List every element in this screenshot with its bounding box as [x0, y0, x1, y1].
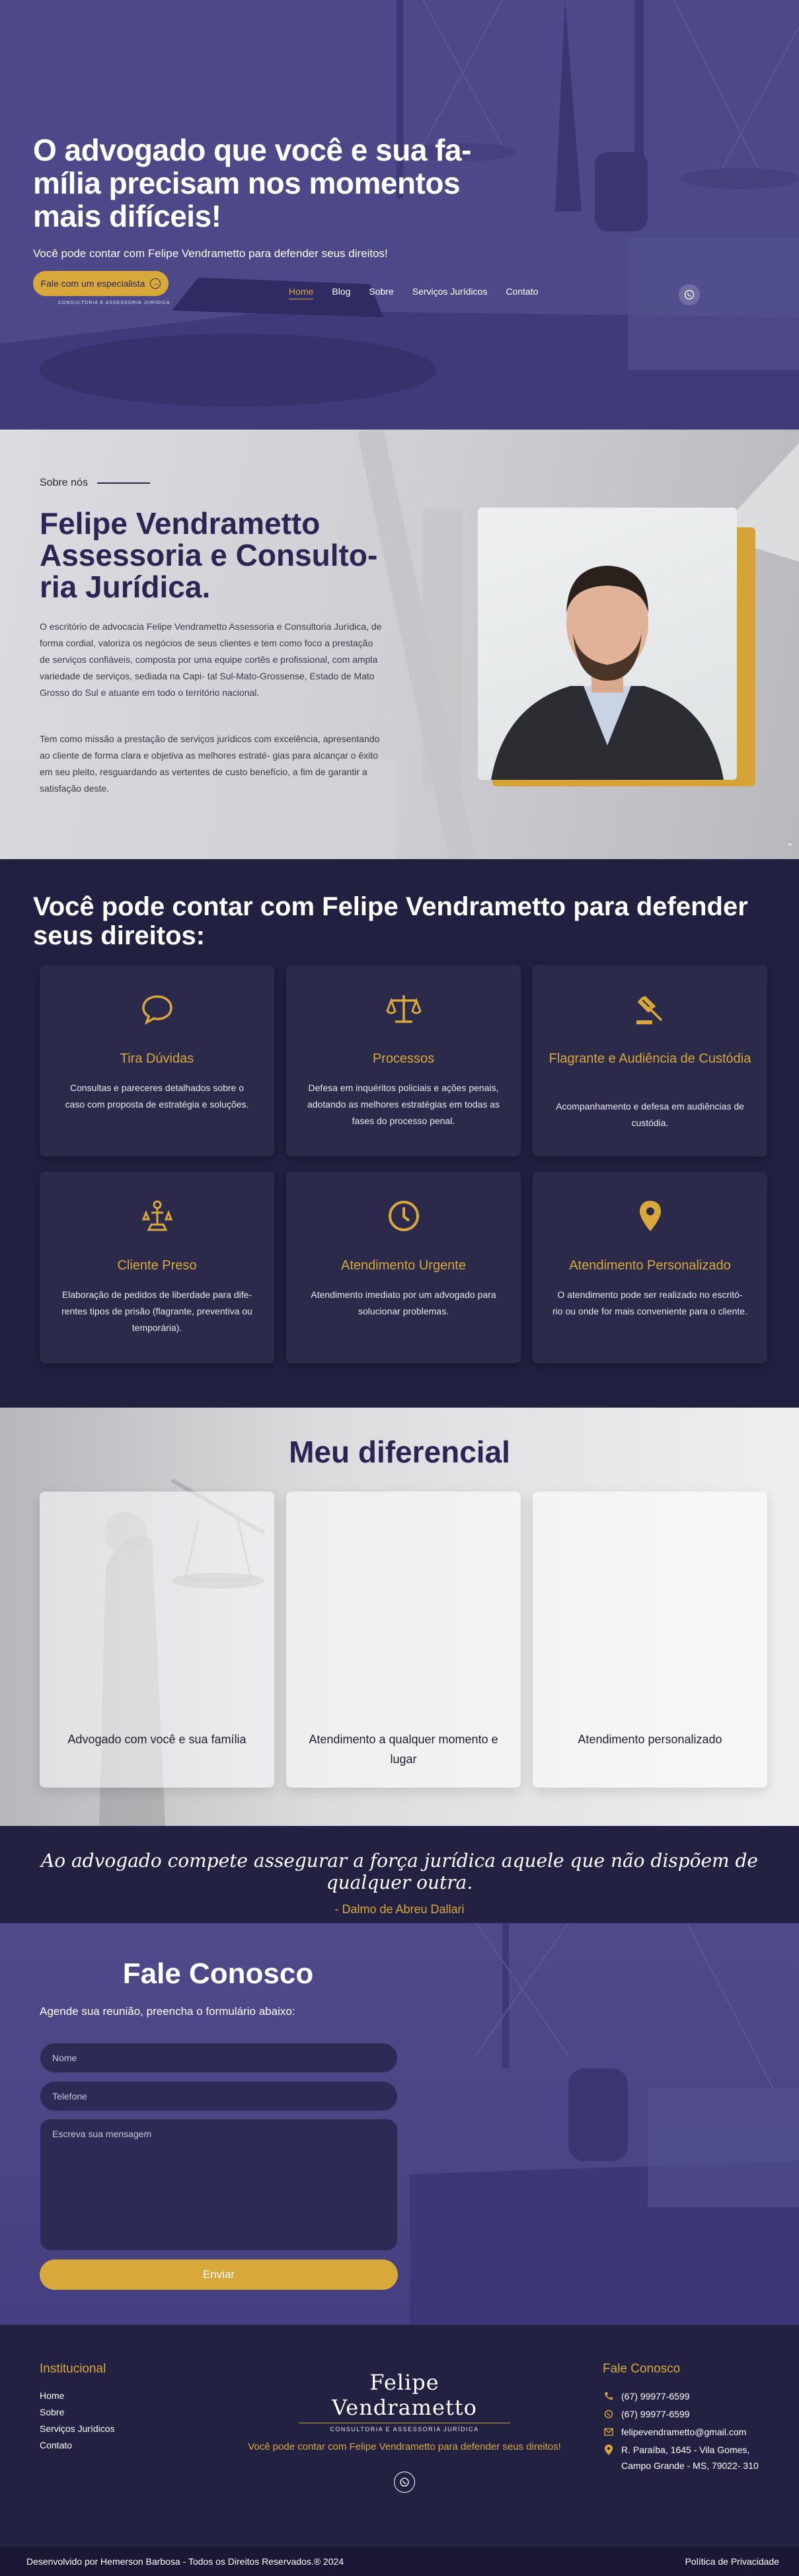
service-title: Cliente Preso	[117, 1258, 197, 1273]
whatsapp-icon	[603, 2406, 615, 2422]
chat-bubble-icon	[141, 995, 172, 1025]
service-title: Atendimento Personalizado	[569, 1258, 731, 1273]
services-section: Você pode contar com Felipe Vendrametto …	[0, 859, 799, 1408]
about-title: Felipe Vendrametto Assessoria e Consulto…	[40, 506, 378, 604]
phone-icon	[603, 2388, 615, 2404]
whatsapp-icon[interactable]	[679, 284, 700, 305]
chevron-up-icon[interactable]: ⌃	[786, 841, 794, 852]
service-title: Atendimento Urgente	[340, 1258, 466, 1273]
hero-section: O advogado que você e sua fa- mília prec…	[0, 0, 799, 430]
nav-contato[interactable]: Contato	[506, 286, 538, 299]
hero-logo-tagline: CONSULTORIA E ASSESSORIA JURÍDICA	[58, 301, 171, 305]
portrait-image	[478, 508, 737, 780]
footer-phone-2[interactable]: (67) 99977-6599	[603, 2406, 690, 2422]
contact-title: Fale Conosco	[122, 1957, 314, 1990]
footer-logo-name: Felipe Vendrametto	[332, 2370, 477, 2420]
footer-address: R. Paraíba, 1645 - Vila Gomes, Campo Gra…	[603, 2442, 761, 2474]
service-title: Flagrante e Audiência de Custódia	[549, 1051, 751, 1066]
service-desc: O atendimento pode ser realizado no escr…	[552, 1289, 747, 1316]
message-textarea[interactable]: Escreva sua mensagem	[40, 2119, 398, 2251]
footer-logo: Felipe Vendrametto CONSULTORIA E ASSESSO…	[299, 2370, 510, 2433]
location-pin-icon	[603, 2442, 615, 2458]
location-pin-icon	[639, 1201, 661, 1231]
differential-card-text: Atendimento personalizado	[578, 1733, 722, 1746]
nav-home[interactable]: Home	[289, 286, 314, 299]
service-card-atendimento-urgente[interactable]: Atendimento Urgente Atendimento imediato…	[286, 1172, 521, 1363]
footer-institutional-title: Institucional	[40, 2362, 106, 2376]
differential-title: Meu diferencial	[289, 1435, 510, 1469]
service-title: Processos	[372, 1051, 435, 1066]
service-title: Tira Dúvidas	[120, 1051, 194, 1066]
footer-link-home[interactable]: Home	[40, 2390, 64, 2401]
footer-phone-1[interactable]: (67) 99977-6599	[603, 2388, 690, 2404]
about-paragraph-1: O escritório de advocacia Felipe Vendram…	[40, 621, 382, 698]
service-card-tira-duvidas[interactable]: Tira Dúvidas Consultas e pareceres detal…	[40, 965, 274, 1156]
email-icon	[603, 2424, 615, 2440]
footer-link-servicos[interactable]: Serviços Jurídicos	[40, 2423, 115, 2434]
name-input[interactable]: Nome	[40, 2043, 398, 2073]
differential-card-text: Advogado com você e sua família	[67, 1733, 247, 1746]
differential-card-1: Advogado com você e sua família	[40, 1492, 274, 1788]
scales-icon	[385, 995, 422, 1023]
footer-email[interactable]: felipevendrametto@gmail.com	[603, 2424, 746, 2440]
phone-input[interactable]: Telefone	[40, 2081, 398, 2111]
services-title: Você pode contar com Felipe Vendrametto …	[33, 892, 748, 950]
gavel-icon	[636, 995, 662, 1024]
service-desc: Acompanhamento e defesa em audiências de…	[556, 1101, 744, 1128]
justice-figure-icon	[141, 1200, 172, 1231]
nav-servicos[interactable]: Serviços Jurídicos	[412, 286, 488, 299]
clock-icon	[388, 1201, 419, 1231]
whatsapp-icon[interactable]	[394, 2472, 415, 2493]
quote-text: Ao advogado compete assegurar a força ju…	[41, 1850, 758, 1893]
service-desc: Consultas e pareceres detalhados sobre o…	[65, 1082, 249, 1110]
send-button[interactable]: Enviar	[40, 2259, 398, 2290]
footer-tagline: Você pode contar com Felipe Vendrametto …	[248, 2441, 561, 2452]
bottom-bar: Desenvolvido por Hemerson Barbosa - Todo…	[0, 2547, 799, 2576]
service-desc: Defesa em inquéritos policiais e ações p…	[307, 1082, 500, 1126]
contact-subtitle: Agende sua reunião, preencha o formulári…	[40, 2005, 295, 2018]
nav-sobre[interactable]: Sobre	[369, 286, 393, 299]
service-card-flagrante[interactable]: Flagrante e Audiência de Custódia Acompa…	[533, 965, 767, 1156]
hero-title: O advogado que você e sua fa- mília prec…	[33, 133, 471, 233]
quote-author: - Dalmo de Abreu Dallari	[334, 1903, 465, 1916]
service-desc: Atendimento imediato por um advogado par…	[311, 1289, 496, 1316]
footer-link-sobre[interactable]: Sobre	[40, 2407, 64, 2417]
service-card-processos[interactable]: Processos Defesa em inquéritos policiais…	[286, 965, 521, 1156]
quote-section: Ao advogado compete assegurar a força ju…	[0, 1826, 799, 1923]
footer: Institucional Home Sobre Serviços Jurídi…	[0, 2325, 799, 2547]
service-card-cliente-preso[interactable]: Cliente Preso Elaboração de pedidos de l…	[40, 1172, 274, 1363]
service-desc: Elaboração de pedidos de liberdade para …	[61, 1289, 252, 1333]
hero-subtitle: Você pode contar com Felipe Vendrametto …	[33, 247, 388, 260]
about-paragraph-2: Tem como missão a prestação de serviços …	[40, 734, 380, 794]
lawyer-photo	[478, 508, 755, 786]
differential-section: Meu diferencial Advogado com você e sua …	[0, 1408, 799, 1826]
about-label: Sobre nós	[40, 477, 150, 489]
footer-logo-tagline: CONSULTORIA E ASSESSORIA JURÍDICA	[330, 2426, 479, 2433]
label-divider	[96, 482, 150, 484]
cta-label: Fale com um especialista	[40, 278, 145, 289]
credits-text: Desenvolvido por Hemerson Barbosa - Todo…	[26, 2556, 344, 2567]
nav-blog[interactable]: Blog	[332, 286, 350, 299]
arrow-right-icon: →	[150, 278, 161, 289]
contact-section: Fale Conosco Agende sua reunião, preench…	[0, 1923, 799, 2325]
footer-contact-title: Fale Conosco	[603, 2362, 681, 2376]
main-nav: Home Blog Sobre Serviços Jurídicos Conta…	[289, 286, 538, 299]
differential-card-2: Atendimento a qualquer momento e lugar	[286, 1492, 521, 1788]
privacy-policy-link[interactable]: Política de Privacidade	[685, 2556, 779, 2567]
specialist-cta-button[interactable]: Fale com um especialista →	[33, 271, 169, 296]
footer-link-contato[interactable]: Contato	[40, 2440, 72, 2450]
about-section: Sobre nós Felipe Vendrametto Assessoria …	[0, 430, 799, 859]
service-card-atendimento-personalizado[interactable]: Atendimento Personalizado O atendimento …	[533, 1172, 767, 1363]
differential-card-3: Atendimento personalizado	[533, 1492, 767, 1788]
differential-card-text: Atendimento a qualquer momento e lugar	[309, 1733, 498, 1766]
